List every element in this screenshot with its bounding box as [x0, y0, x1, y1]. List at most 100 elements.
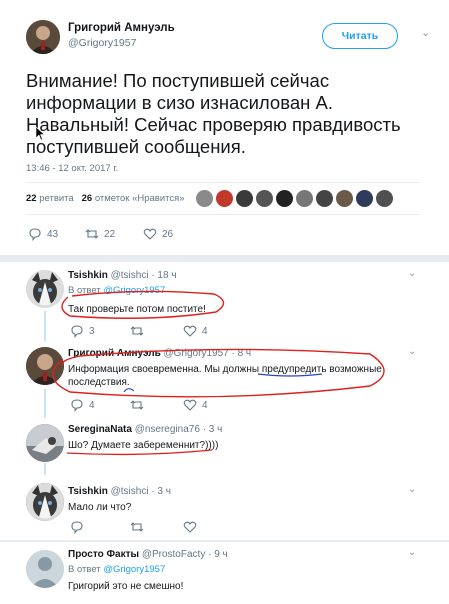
- retweet-count: 22: [104, 228, 116, 240]
- chevron-down-icon[interactable]: ⌄: [408, 268, 416, 279]
- reply-icon: [71, 521, 83, 534]
- retweet-icon: [130, 400, 144, 410]
- reply-text: Мало ли что?: [68, 502, 132, 513]
- chevron-down-icon[interactable]: ⌄: [408, 346, 416, 357]
- like-count: 4: [202, 325, 208, 337]
- liker-avatar[interactable]: [216, 190, 233, 207]
- reply-button[interactable]: 43: [28, 227, 58, 241]
- retweet-button[interactable]: [130, 324, 144, 338]
- reply-name[interactable]: Tsishkin: [68, 486, 108, 497]
- reply-icon: [71, 325, 83, 338]
- retweet-icon: [130, 326, 144, 336]
- like-count: 4: [202, 399, 208, 411]
- main-tweet: Григорий Амнуэль @Grigory1957 Читать ⌄ В…: [0, 0, 449, 262]
- reply-to: В ответ @Grigory1957: [68, 285, 165, 296]
- reply-author[interactable]: Григорий Амнуэль @Grigory1957 · 8 ч: [68, 348, 251, 359]
- reply-to-prefix: В ответ: [68, 564, 101, 575]
- reply-icon: [29, 228, 41, 241]
- liker-avatar[interactable]: [236, 190, 253, 207]
- divider: [26, 214, 421, 215]
- liker-avatar[interactable]: [276, 190, 293, 207]
- retweets-count[interactable]: 22: [26, 193, 37, 204]
- thread-line: [44, 389, 46, 419]
- reply-author[interactable]: Tsishkin @tsishci · 18 ч: [68, 270, 177, 281]
- like-count: 26: [162, 228, 174, 240]
- reply-handle[interactable]: @tsishci: [111, 486, 149, 497]
- reply-tweet[interactable]: Просто Факты @ProstoFacty · 9 ч ⌄ В отве…: [0, 540, 449, 604]
- reply-count: 3: [89, 325, 95, 337]
- heart-icon: [183, 521, 197, 533]
- like-button[interactable]: 4: [183, 398, 208, 412]
- retweet-button[interactable]: [130, 398, 144, 412]
- liker-avatar[interactable]: [356, 190, 373, 207]
- liker-avatar[interactable]: [336, 190, 353, 207]
- retweets-label[interactable]: ретвита: [39, 193, 73, 204]
- retweet-icon: [85, 229, 99, 239]
- reply-to-handle[interactable]: @Grigory1957: [103, 564, 165, 575]
- reply-time[interactable]: · 18 ч: [151, 270, 176, 281]
- like-button[interactable]: 4: [183, 324, 208, 338]
- reply-time[interactable]: · 3 ч: [151, 486, 171, 497]
- author-avatar[interactable]: [26, 20, 60, 54]
- reply-avatar[interactable]: [26, 270, 64, 308]
- reply-text: Шо? Думаете забеременнит?)))): [68, 440, 219, 451]
- chevron-down-icon[interactable]: ⌄: [408, 547, 416, 558]
- reply-time[interactable]: · 3 ч: [203, 424, 223, 435]
- chevron-down-icon[interactable]: ⌄: [408, 484, 416, 495]
- chevron-down-icon[interactable]: ⌄: [421, 26, 430, 39]
- reply-handle[interactable]: @nseregina76: [135, 424, 200, 435]
- reply-name[interactable]: Григорий Амнуэль: [68, 348, 161, 359]
- reply-time[interactable]: · 9 ч: [208, 549, 228, 560]
- heart-icon: [183, 399, 197, 411]
- likes-label[interactable]: отметок «Нравится»: [95, 193, 185, 204]
- reply-name[interactable]: SereginaNata: [68, 424, 132, 435]
- like-button[interactable]: 26: [143, 227, 173, 241]
- reply-tweet[interactable]: SereginaNata @nseregina76 · 3 ч Шо? Дума…: [0, 418, 449, 475]
- like-button[interactable]: [183, 520, 197, 534]
- likers-avatars: [196, 190, 393, 207]
- reply-text: Григорий это не смешно!: [68, 581, 184, 592]
- reply-to-handle[interactable]: @Grigory1957: [103, 285, 165, 296]
- author-name[interactable]: Григорий Амнуэль: [68, 22, 175, 34]
- liker-avatar[interactable]: [316, 190, 333, 207]
- reply-icon: [71, 399, 83, 412]
- reply-text-line2: последствия.: [68, 377, 130, 388]
- retweet-button[interactable]: [130, 520, 144, 534]
- reply-button[interactable]: 3: [70, 324, 95, 338]
- reply-author[interactable]: SereginaNata @nseregina76 · 3 ч: [68, 424, 222, 435]
- heart-icon: [143, 228, 157, 240]
- reply-to: В ответ @Grigory1957: [68, 564, 165, 575]
- reply-button[interactable]: [70, 520, 84, 534]
- follow-button[interactable]: Читать: [322, 23, 398, 49]
- engagement-stats: 22 ретвита 26 отметок «Нравится»: [26, 193, 185, 204]
- divider: [26, 182, 421, 183]
- reply-avatar[interactable]: [26, 483, 64, 521]
- retweet-button[interactable]: 22: [85, 227, 115, 241]
- reply-handle[interactable]: @Grigory1957: [164, 348, 229, 359]
- reply-author[interactable]: Tsishkin @tsishci · 3 ч: [68, 486, 171, 497]
- reply-avatar[interactable]: [26, 424, 64, 462]
- reply-avatar[interactable]: [26, 347, 64, 385]
- likes-count[interactable]: 26: [82, 193, 93, 204]
- author-handle[interactable]: @Grigory1957: [68, 37, 136, 49]
- reply-avatar[interactable]: [26, 550, 64, 588]
- tweet-text: Внимание! По поступившей сейчас информац…: [26, 70, 401, 157]
- reply-button[interactable]: 4: [70, 398, 95, 412]
- reply-name[interactable]: Просто Факты: [68, 549, 139, 560]
- liker-avatar[interactable]: [256, 190, 273, 207]
- reply-handle[interactable]: @ProstoFacty: [142, 549, 206, 560]
- reply-author[interactable]: Просто Факты @ProstoFacty · 9 ч: [68, 549, 228, 560]
- heart-icon: [183, 325, 197, 337]
- liker-avatar[interactable]: [196, 190, 213, 207]
- liker-avatar[interactable]: [296, 190, 313, 207]
- reply-tweet[interactable]: Tsishkin @tsishci · 3 ч ⌄ Мало ли что?: [0, 475, 449, 540]
- reply-handle[interactable]: @tsishci: [111, 270, 149, 281]
- reply-tweet[interactable]: Tsishkin @tsishci · 18 ч ⌄ В ответ @Grig…: [0, 261, 449, 343]
- reply-time[interactable]: · 8 ч: [231, 348, 251, 359]
- liker-avatar[interactable]: [376, 190, 393, 207]
- reply-name[interactable]: Tsishkin: [68, 270, 108, 281]
- reply-tweet[interactable]: Григорий Амнуэль @Grigory1957 · 8 ч ⌄ Ин…: [0, 343, 449, 418]
- reply-text: Так проверьте потом постите!: [68, 304, 206, 315]
- tweet-timestamp[interactable]: 13:46 - 12 окт. 2017 г.: [26, 163, 118, 174]
- reply-count: 43: [47, 228, 59, 240]
